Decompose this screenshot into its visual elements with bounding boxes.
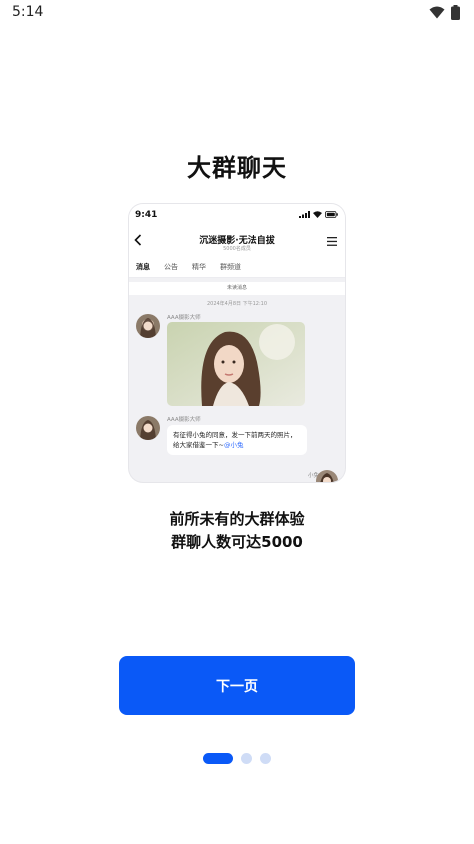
- preview-status-icons: [299, 211, 338, 218]
- onboarding-title: 大群聊天: [187, 154, 287, 182]
- sender-name: AAA摄影大师: [167, 417, 201, 423]
- feature-description: 前所未有的大群体验 群聊人数可达5000: [0, 508, 474, 554]
- battery-icon: [325, 211, 338, 218]
- status-icons: [429, 5, 460, 20]
- description-line-2: 群聊人数可达5000: [171, 533, 303, 551]
- battery-icon: [451, 5, 460, 20]
- status-time: 5:14: [12, 4, 44, 20]
- shared-photo: [167, 322, 305, 406]
- chat-preview-mockup: 9:41 沉迷摄影·无法自拔 5000名成员 消息 公告 精华 群频道 未读消息…: [129, 204, 345, 482]
- wifi-icon: [429, 6, 445, 19]
- preview-member-count: 5000名成员: [223, 246, 251, 252]
- message-mention: @小兔: [223, 441, 244, 449]
- preview-tabs: 消息 公告 精华 群频道: [129, 256, 345, 278]
- description-line-1: 前所未有的大群体验: [169, 510, 305, 528]
- menu-icon: [327, 237, 337, 246]
- preview-chat-header: 沉迷摄影·无法自拔 5000名成员: [129, 226, 345, 256]
- preview-tab-announcements: 公告: [164, 262, 178, 271]
- page-indicator: [0, 753, 474, 764]
- preview-time: 9:41: [135, 210, 158, 220]
- signal-icon: [299, 211, 310, 218]
- page-dot-1: [203, 753, 233, 764]
- next-page-button[interactable]: 下一页: [119, 656, 355, 715]
- status-bar: 5:14: [0, 0, 474, 26]
- preview-tab-channel: 群频道: [220, 262, 241, 271]
- message-bubble: 有征得小兔的同意，发一下前两天的照片，给大家借鉴一下~@小兔: [167, 425, 307, 455]
- page-dot-2: [241, 753, 252, 764]
- sender-avatar: [136, 314, 160, 338]
- self-avatar: [316, 470, 338, 482]
- sender-name: AAA摄影大师: [167, 315, 201, 321]
- wifi-icon: [313, 211, 322, 218]
- preview-timestamp: 2024年4月8日 下午12:10: [206, 301, 268, 307]
- preview-unread-divider: 未读消息: [129, 282, 345, 295]
- sender-avatar: [136, 416, 160, 440]
- preview-tab-highlights: 精华: [192, 262, 206, 271]
- preview-tab-messages: 消息: [136, 262, 150, 271]
- page-dot-3: [260, 753, 271, 764]
- preview-status-bar: 9:41: [129, 204, 345, 226]
